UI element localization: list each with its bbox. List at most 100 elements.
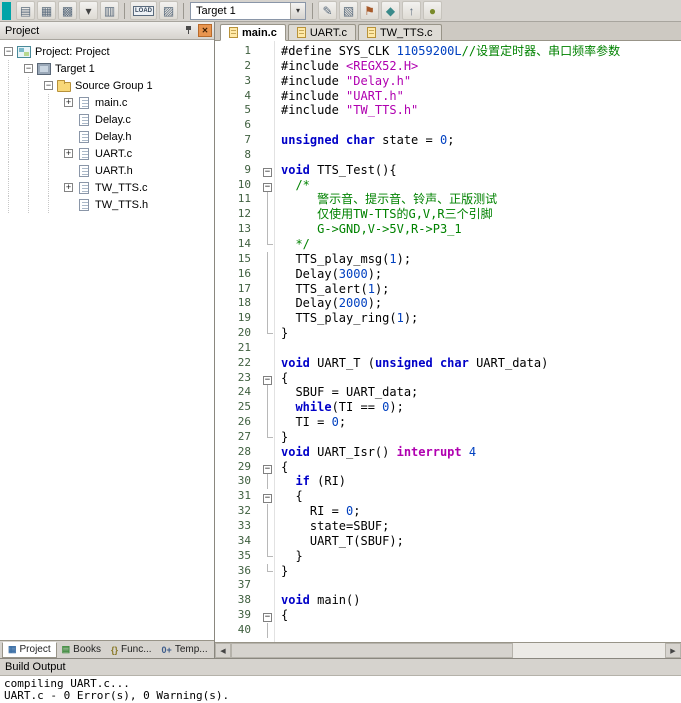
fold-collapse-icon[interactable]: −	[263, 465, 272, 474]
code-line[interactable]: 38void main()	[215, 593, 681, 608]
code-line[interactable]: 24 SBUF = UART_data;	[215, 385, 681, 400]
tree-item-uart-c[interactable]: +UART.c	[0, 145, 214, 162]
code-line[interactable]: 18 Delay(2000);	[215, 296, 681, 311]
code-line[interactable]: 26 TI = 0;	[215, 415, 681, 430]
tree-item-target-1[interactable]: −Target 1	[0, 60, 214, 77]
code-line[interactable]: 13 G->GND,V->5V,R->P3_1	[215, 222, 681, 237]
tab-main-c[interactable]: main.c	[220, 24, 286, 41]
chevron-down-icon[interactable]: ▾	[290, 3, 305, 19]
code-line[interactable]: 30 if (RI)	[215, 474, 681, 489]
code-line[interactable]: 37	[215, 578, 681, 593]
options-for-target-icon[interactable]: ▧	[339, 1, 358, 20]
panel-tabbar: ▦Project▤Books{}Func...0+Temp...	[0, 640, 214, 658]
code-line[interactable]: 6	[215, 118, 681, 133]
code-line[interactable]: 25 while(TI == 0);	[215, 400, 681, 415]
code-line[interactable]: 21	[215, 341, 681, 356]
target-select[interactable]: Target 1 ▾	[190, 2, 306, 20]
code-line[interactable]: 15 TTS_play_msg(1);	[215, 252, 681, 267]
rebuild-icon[interactable]: ▩	[58, 1, 77, 20]
scroll-left-icon[interactable]: ◀	[215, 643, 231, 658]
code-line[interactable]: 7unsigned char state = 0;	[215, 133, 681, 148]
code-line[interactable]: 16 Delay(3000);	[215, 267, 681, 282]
fold-collapse-icon[interactable]: −	[263, 376, 272, 385]
fold-margin	[261, 74, 274, 89]
expand-plus-icon[interactable]: +	[64, 149, 73, 158]
code-line[interactable]: 9−void TTS_Test(){	[215, 163, 681, 178]
panel-tab-func[interactable]: {}Func...	[106, 642, 157, 658]
tree-item-uart-h[interactable]: UART.h	[0, 162, 214, 179]
code-line[interactable]: 31− {	[215, 489, 681, 504]
code-line[interactable]: 8	[215, 148, 681, 163]
tree-item-tw-tts-c[interactable]: +TW_TTS.c	[0, 179, 214, 196]
code-line[interactable]: 29−{	[215, 460, 681, 475]
scroll-thumb[interactable]	[231, 643, 513, 658]
fold-collapse-icon[interactable]: −	[263, 494, 272, 503]
line-number: 11	[215, 192, 261, 207]
panel-tab-temp[interactable]: 0+Temp...	[157, 642, 213, 658]
collapse-minus-icon[interactable]: −	[44, 81, 53, 90]
tab-uart-c[interactable]: UART.c	[288, 24, 356, 40]
flash-download-icon[interactable]: LOAD	[130, 1, 157, 20]
tree-item-main-c[interactable]: +main.c	[0, 94, 214, 111]
code-line[interactable]: 33 state=SBUF;	[215, 519, 681, 534]
tree-indent	[48, 128, 64, 145]
batch-build-icon[interactable]: ▥	[100, 1, 119, 20]
build-output-log[interactable]: compiling UART.c... UART.c - 0 Error(s),…	[0, 675, 681, 703]
code-line[interactable]: 34 UART_T(SBUF);	[215, 534, 681, 549]
toolbar-group-flash: ▨	[158, 1, 179, 20]
editor-tabbar: main.c UART.c TW_TTS.c	[215, 22, 681, 41]
code-line[interactable]: 23−{	[215, 371, 681, 386]
fold-collapse-icon[interactable]: −	[263, 183, 272, 192]
code-line[interactable]: 2#include <REGX52.H>	[215, 59, 681, 74]
scroll-right-icon[interactable]: ▶	[665, 643, 681, 658]
tree-item-project-project[interactable]: −Project: Project	[0, 43, 214, 60]
code-line[interactable]: 40	[215, 623, 681, 638]
code-line[interactable]: 20}	[215, 326, 681, 341]
code-line[interactable]: 35 }	[215, 549, 681, 564]
fold-margin	[261, 593, 274, 608]
tree-item-delay-h[interactable]: Delay.h	[0, 128, 214, 145]
code-line[interactable]: 22void UART_T (unsigned char UART_data)	[215, 356, 681, 371]
code-line[interactable]: 27}	[215, 430, 681, 445]
code-line[interactable]: 17 TTS_alert(1);	[215, 282, 681, 297]
code-line[interactable]: 39−{	[215, 608, 681, 623]
tree-item-delay-c[interactable]: Delay.c	[0, 111, 214, 128]
pin-icon[interactable]	[182, 24, 196, 37]
code-line[interactable]: 3#include "Delay.h"	[215, 74, 681, 89]
collapse-minus-icon[interactable]: −	[4, 47, 13, 56]
scroll-track[interactable]	[231, 643, 665, 658]
file-icon	[79, 148, 89, 160]
fold-collapse-icon[interactable]: −	[263, 613, 272, 622]
panel-tab-project[interactable]: ▦Project	[2, 642, 57, 658]
translate-icon[interactable]: ▤	[16, 1, 35, 20]
flash-erase-icon[interactable]: ▨	[159, 1, 178, 20]
tab-tw-tts-c[interactable]: TW_TTS.c	[358, 24, 442, 40]
code-line[interactable]: 4#include "UART.h"	[215, 89, 681, 104]
jump-arrow-icon[interactable]: ↑	[402, 1, 421, 20]
code-line[interactable]: 12 仅使用TW-TTS的G,V,R三个引脚	[215, 207, 681, 222]
flag-icon[interactable]: ⚑	[360, 1, 379, 20]
code-line[interactable]: 36}	[215, 564, 681, 579]
panel-tab-books[interactable]: ▤Books	[57, 642, 106, 658]
build-menu-arrow-icon[interactable]: ▾	[79, 1, 98, 20]
code-line[interactable]: 1#define SYS_CLK 11059200L//设置定时器、串口频率参数	[215, 44, 681, 59]
fold-collapse-icon[interactable]: −	[263, 168, 272, 177]
code-line[interactable]: 28void UART_Isr() interrupt 4	[215, 445, 681, 460]
code-area[interactable]: 1#define SYS_CLK 11059200L//设置定时器、串口频率参数…	[215, 41, 681, 642]
expand-plus-icon[interactable]: +	[64, 183, 73, 192]
code-line[interactable]: 10− /*	[215, 178, 681, 193]
code-line[interactable]: 14 */	[215, 237, 681, 252]
collapse-minus-icon[interactable]: −	[24, 64, 33, 73]
code-line[interactable]: 32 RI = 0;	[215, 504, 681, 519]
code-line[interactable]: 11 警示音、提示音、铃声、正版测试	[215, 192, 681, 207]
tree-item-source-group-1[interactable]: −Source Group 1	[0, 77, 214, 94]
code-line[interactable]: 19 TTS_play_ring(1);	[215, 311, 681, 326]
code-line[interactable]: 5#include "TW_TTS.h"	[215, 103, 681, 118]
tree-item-tw-tts-h[interactable]: TW_TTS.h	[0, 196, 214, 213]
close-icon[interactable]: ✕	[198, 24, 212, 37]
build-icon[interactable]: ▦	[37, 1, 56, 20]
breakpoint-diamond-icon[interactable]: ◆	[381, 1, 400, 20]
manage-items-icon[interactable]: ✎	[318, 1, 337, 20]
expand-plus-icon[interactable]: +	[64, 98, 73, 107]
environment-icon[interactable]: ●	[423, 1, 442, 20]
